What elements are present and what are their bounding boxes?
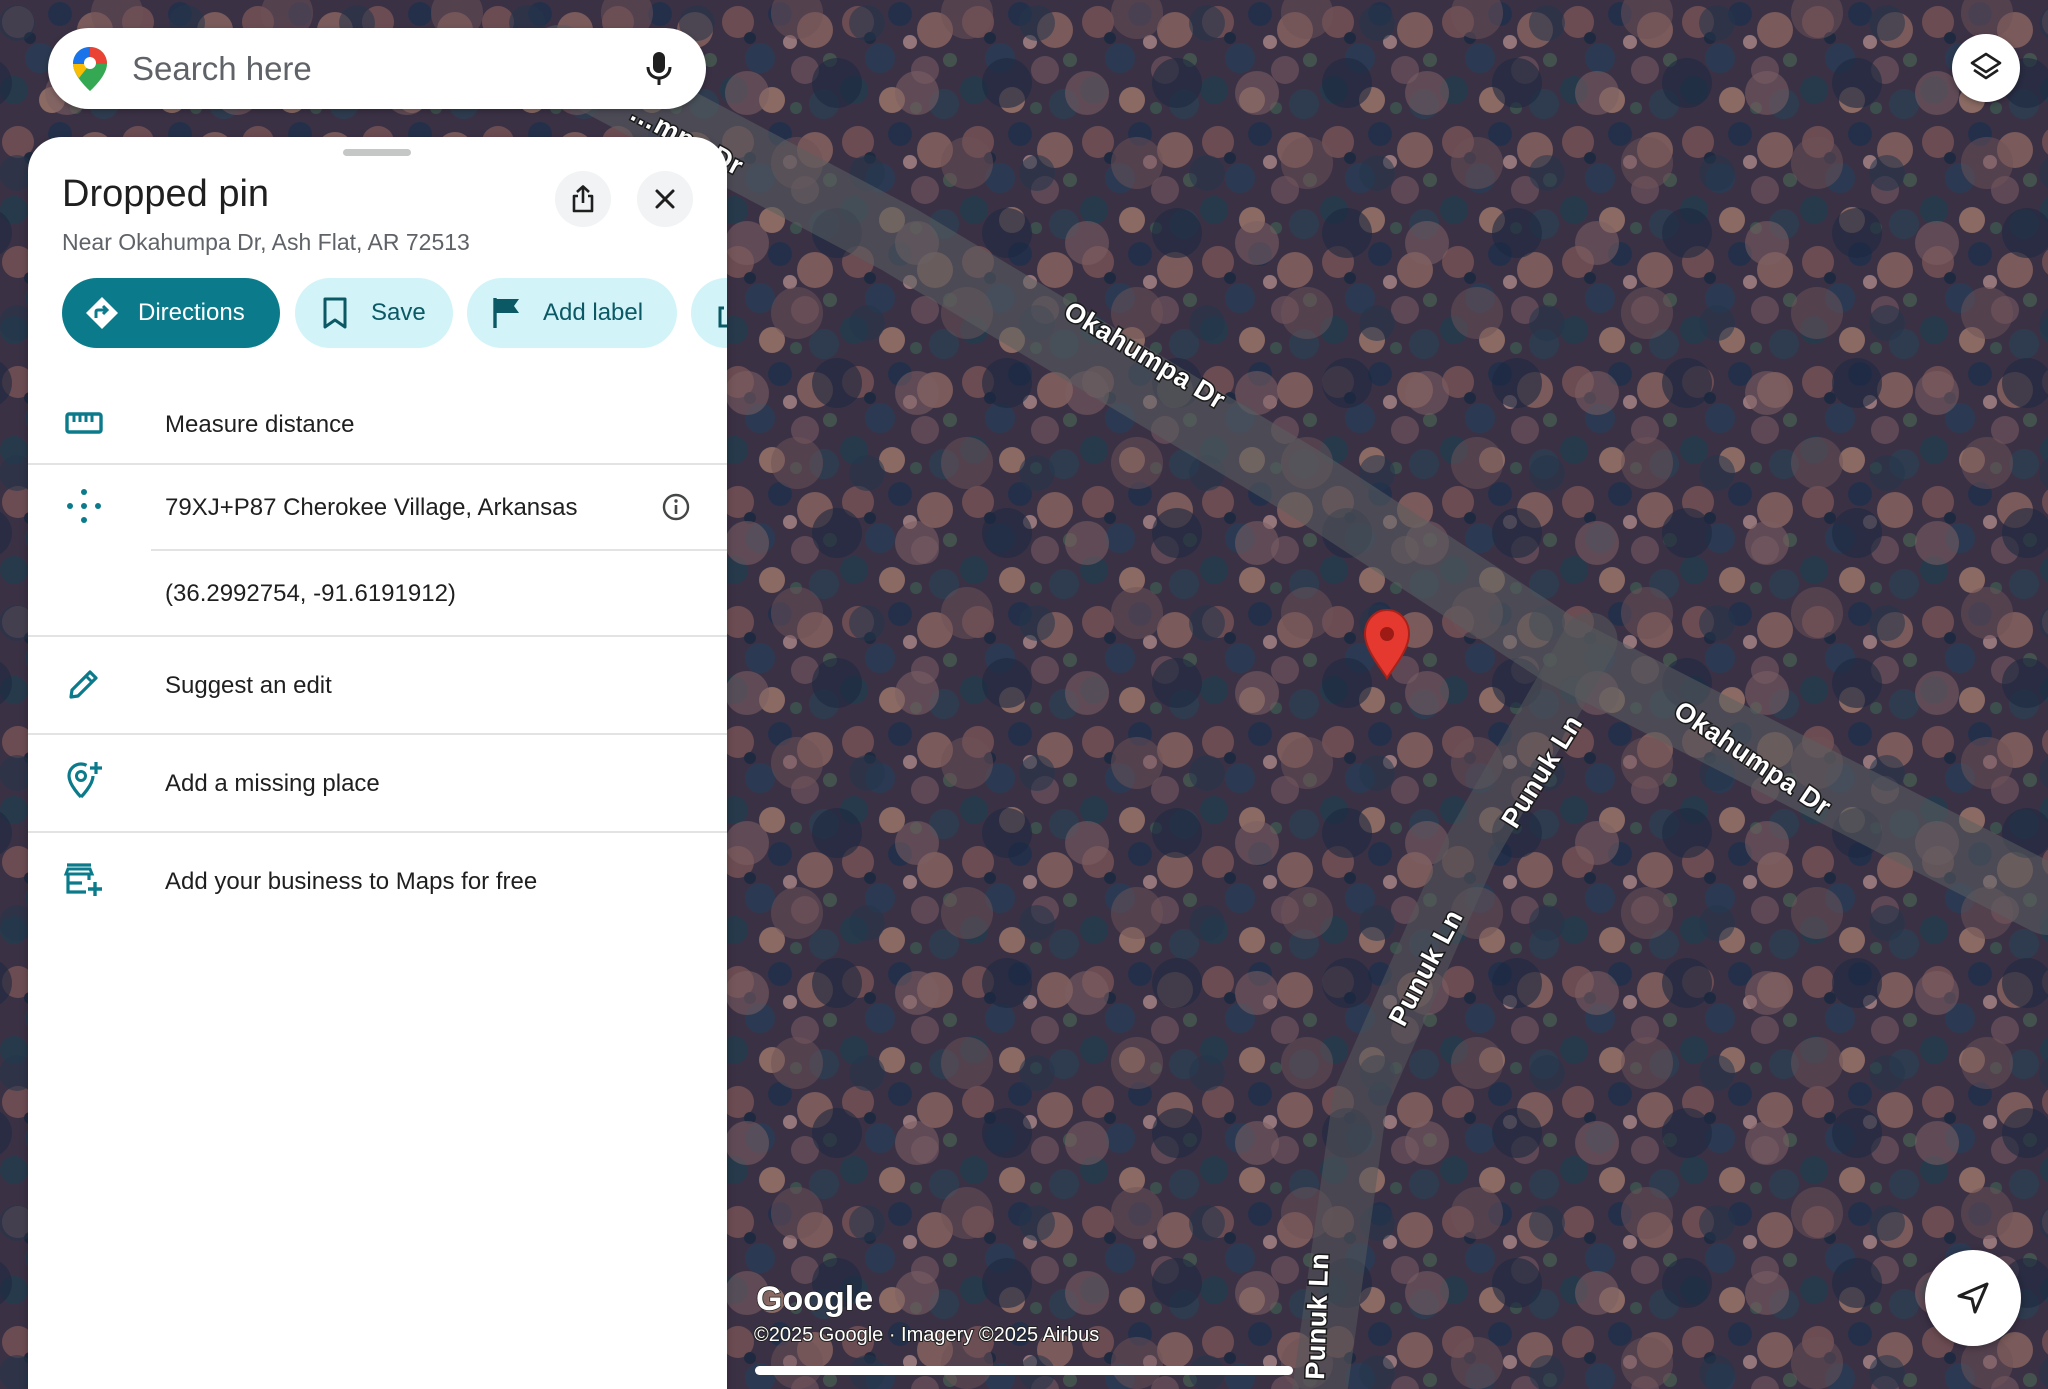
measure-distance-row[interactable]: Measure distance — [28, 383, 727, 463]
plus-code-icon — [64, 486, 104, 526]
search-bar[interactable] — [48, 28, 706, 109]
google-maps-pin-icon — [73, 46, 107, 91]
directions-button[interactable]: Directions — [62, 278, 280, 348]
coordinates-text: (36.2992754, -91.6191912) — [165, 580, 456, 607]
add-location-icon — [64, 760, 104, 800]
search-input[interactable] — [130, 37, 604, 100]
map-scroll-indicator — [755, 1366, 1293, 1375]
map-attribution[interactable]: ©2025 Google · Imagery ©2025 Airbus — [753, 1323, 1100, 1347]
share-icon — [711, 295, 727, 331]
navigation-arrow-icon — [1957, 1282, 1989, 1314]
plus-code-row[interactable]: 79XJ+P87 Cherokee Village, Arkansas — [28, 464, 727, 550]
save-button[interactable]: Save — [295, 278, 453, 348]
close-button[interactable] — [637, 171, 693, 227]
layers-button[interactable] — [1952, 34, 2020, 102]
maps-screen: …mpa Dr Okahumpa Dr Okahumpa Dr Punuk Ln… — [0, 0, 2048, 1389]
directions-label: Directions — [138, 299, 245, 326]
layers-icon — [1970, 52, 2002, 80]
microphone-icon[interactable] — [634, 44, 684, 94]
ruler-icon — [64, 403, 104, 443]
pencil-icon — [64, 664, 104, 704]
place-title: Dropped pin — [62, 173, 270, 215]
drag-handle[interactable] — [343, 149, 411, 156]
close-icon — [655, 189, 675, 209]
coordinates-row[interactable]: (36.2992754, -91.6191912) — [28, 550, 727, 635]
add-business-row[interactable]: Add your business to Maps for free — [28, 832, 727, 930]
add-business-label: Add your business to Maps for free — [165, 868, 538, 895]
add-missing-place-label: Add a missing place — [165, 770, 380, 797]
bookmark-icon — [317, 295, 353, 331]
my-location-button[interactable] — [1925, 1250, 2021, 1346]
plus-code-text: 79XJ+P87 Cherokee Village, Arkansas — [165, 494, 578, 521]
suggest-edit-label: Suggest an edit — [165, 672, 332, 699]
save-label: Save — [371, 299, 426, 326]
action-chips: Directions Save Add label — [62, 278, 727, 348]
road-label-punuk-bottom: Punuk Ln — [1300, 1252, 1334, 1380]
place-details-panel: Dropped pin Near Okahumpa Dr, Ash Flat, … — [28, 137, 727, 1389]
add-missing-place-row[interactable]: Add a missing place — [28, 734, 727, 832]
flag-icon — [489, 295, 525, 331]
directions-icon — [84, 295, 120, 331]
info-icon[interactable] — [658, 489, 694, 525]
measure-distance-label: Measure distance — [165, 411, 355, 438]
place-subtitle: Near Okahumpa Dr, Ash Flat, AR 72513 — [62, 229, 470, 255]
google-logo: Google — [756, 1280, 873, 1318]
add-label-button[interactable]: Add label — [467, 278, 677, 348]
add-label-label: Add label — [543, 299, 644, 326]
add-business-icon — [64, 860, 104, 900]
share-button[interactable] — [555, 171, 611, 227]
more-actions-button[interactable] — [691, 278, 727, 348]
share-icon — [572, 185, 594, 213]
suggest-edit-row[interactable]: Suggest an edit — [28, 636, 727, 733]
